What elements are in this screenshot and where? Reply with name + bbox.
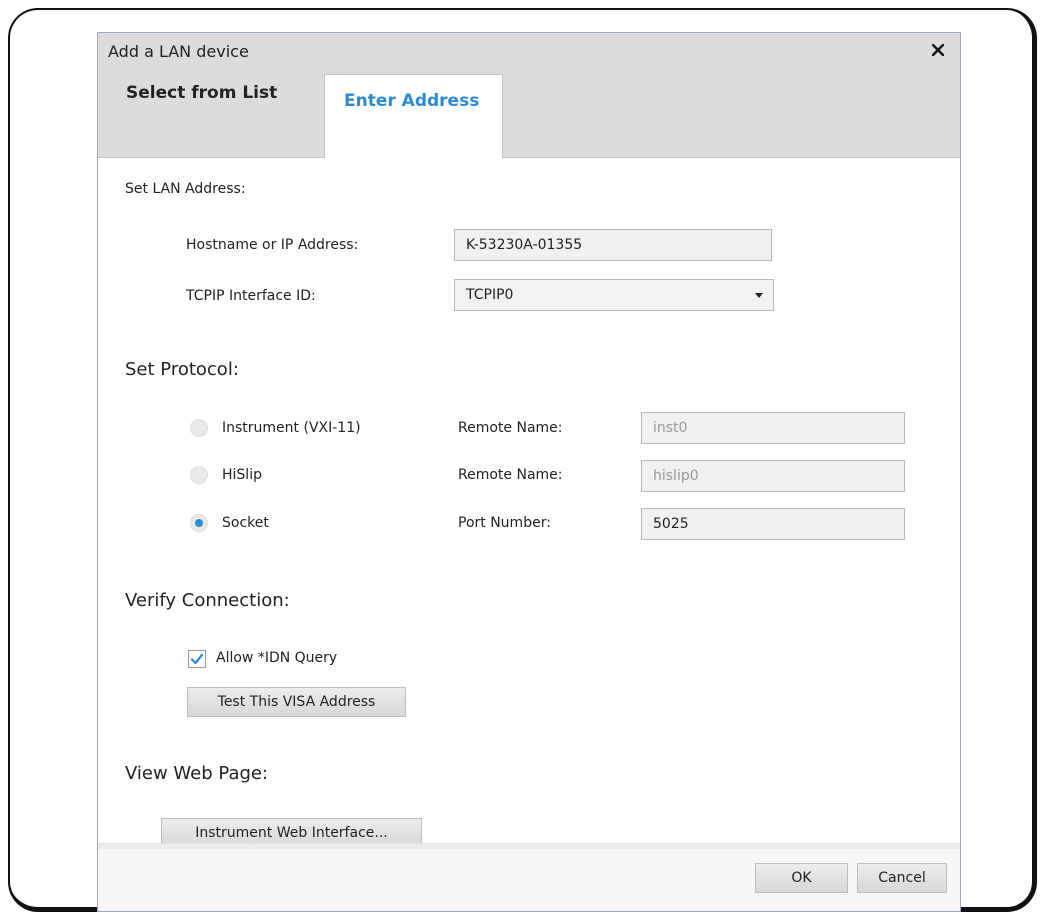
hislip-remote-name-input[interactable]: hislip0: [641, 460, 905, 492]
port-number-input[interactable]: 5025: [641, 508, 905, 540]
verify-connection-heading: Verify Connection:: [125, 590, 290, 611]
socket-label[interactable]: Socket: [222, 515, 269, 531]
chevron-down-icon: [755, 293, 763, 298]
hostname-input[interactable]: K-53230A-01355: [454, 229, 772, 261]
set-lan-address-heading: Set LAN Address:: [125, 181, 246, 197]
allow-idn-checkbox[interactable]: [188, 650, 206, 668]
close-icon: [931, 40, 945, 61]
port-number-label: Port Number:: [458, 515, 551, 531]
vxi11-remote-name-label: Remote Name:: [458, 420, 563, 436]
tab-bar: Select from List Enter Address: [98, 69, 960, 158]
add-lan-device-dialog: Add a LAN device Select from List Enter …: [97, 32, 961, 912]
vxi11-remote-name-input[interactable]: inst0: [641, 412, 905, 444]
cancel-button[interactable]: Cancel: [857, 863, 947, 893]
tab-label: Select from List: [126, 83, 278, 103]
dialog-title: Add a LAN device: [108, 42, 249, 61]
set-protocol-heading: Set Protocol:: [125, 359, 239, 380]
vxi11-label[interactable]: Instrument (VXI-11): [222, 420, 361, 436]
ok-button[interactable]: OK: [755, 863, 848, 893]
hislip-remote-name-value: hislip0: [653, 468, 699, 484]
checkmark-icon: [190, 653, 204, 665]
dialog-footer: OK Cancel: [98, 849, 960, 911]
interface-id-label: TCPIP Interface ID:: [186, 288, 316, 304]
radio-socket[interactable]: [190, 514, 208, 532]
dialog-titlebar: Add a LAN device: [98, 33, 960, 69]
interface-id-select[interactable]: TCPIP0: [454, 279, 774, 311]
hostname-value: K-53230A-01355: [466, 237, 583, 253]
allow-idn-label[interactable]: Allow *IDN Query: [216, 650, 337, 666]
hislip-remote-name-label: Remote Name:: [458, 467, 563, 483]
radio-vxi11[interactable]: [190, 419, 208, 437]
close-button[interactable]: [928, 39, 948, 63]
vxi11-remote-name-value: inst0: [653, 420, 688, 436]
tab-enter-address[interactable]: Enter Address: [324, 74, 503, 158]
tab-select-from-list[interactable]: Select from List: [98, 69, 324, 157]
interface-id-value: TCPIP0: [466, 287, 514, 303]
hislip-label[interactable]: HiSlip: [222, 467, 262, 483]
test-visa-address-button[interactable]: Test This VISA Address: [187, 687, 406, 717]
hostname-label: Hostname or IP Address:: [186, 237, 359, 253]
tab-label: Enter Address: [344, 91, 480, 111]
view-web-page-heading: View Web Page:: [125, 763, 269, 784]
radio-hislip[interactable]: [190, 466, 208, 484]
port-number-value: 5025: [653, 516, 689, 532]
